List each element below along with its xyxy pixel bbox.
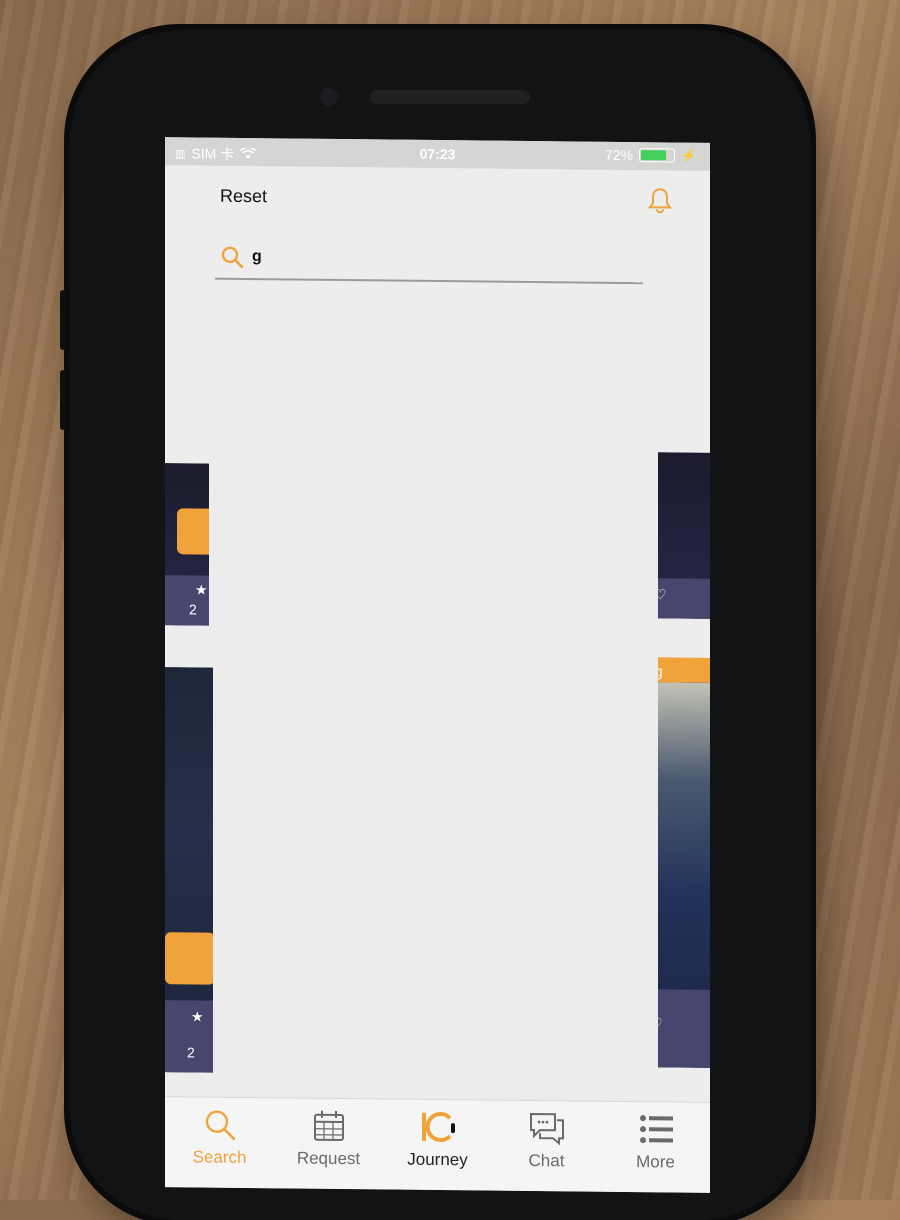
card-rating-bar: ♡ <box>650 989 710 1068</box>
result-card[interactable]: ★ 2 <box>165 463 209 625</box>
card-count: 2 <box>187 1044 195 1060</box>
tab-label: Search <box>193 1147 247 1167</box>
card-count: 2 <box>189 601 197 617</box>
volume-button <box>60 290 66 350</box>
bell-icon[interactable] <box>646 186 674 214</box>
star-icon: ★ <box>195 581 208 598</box>
tab-journey[interactable]: Journey <box>388 1099 488 1170</box>
search-icon <box>220 245 244 269</box>
tab-chat[interactable]: Chat <box>497 1101 597 1172</box>
volume-button <box>60 370 66 430</box>
search-input[interactable]: g <box>215 236 643 284</box>
search-results-overlay <box>213 438 658 1123</box>
search-input-value[interactable]: g <box>252 248 262 266</box>
list-icon <box>638 1112 674 1146</box>
tab-more[interactable]: More <box>606 1102 706 1173</box>
tab-request[interactable]: Request <box>279 1098 379 1169</box>
reset-button[interactable]: Reset <box>220 186 267 207</box>
bottom-tab-bar: Search Request <box>165 1096 710 1193</box>
card-rating-bar: ★ 2 <box>165 1000 213 1073</box>
phone-body: ▥ SIM 卡 07:23 72% ⚡ ★ <box>70 30 810 1220</box>
battery-level <box>641 150 665 160</box>
card-rating-bar: ♡ <box>654 578 710 619</box>
tab-label: Journey <box>407 1150 467 1170</box>
battery-percent: 72% <box>605 147 633 163</box>
card-rating-bar: ★ 2 <box>165 575 209 625</box>
battery-icon <box>639 148 675 162</box>
app-screen: ▥ SIM 卡 07:23 72% ⚡ ★ <box>165 137 710 1193</box>
chat-bubble-icon <box>528 1111 566 1145</box>
front-camera <box>320 88 338 106</box>
result-card[interactable]: ★ 2 <box>165 667 213 1073</box>
star-icon: ★ <box>191 1008 204 1025</box>
tab-search[interactable]: Search <box>170 1097 270 1168</box>
card-orange-tag <box>165 932 213 985</box>
earpiece-speaker <box>370 90 530 104</box>
card-orange-tag <box>177 508 209 554</box>
search-icon <box>203 1108 237 1142</box>
charging-bolt-icon: ⚡ <box>681 149 696 163</box>
tab-label: Request <box>297 1149 360 1169</box>
search-header: Reset g <box>165 165 710 271</box>
result-card[interactable]: ♡ <box>654 452 710 619</box>
result-card[interactable]: ♡ <box>650 682 710 1068</box>
tab-label: More <box>636 1152 675 1171</box>
calendar-icon <box>312 1109 346 1143</box>
tab-label: Chat <box>529 1151 565 1170</box>
journey-logo-icon <box>418 1110 458 1144</box>
